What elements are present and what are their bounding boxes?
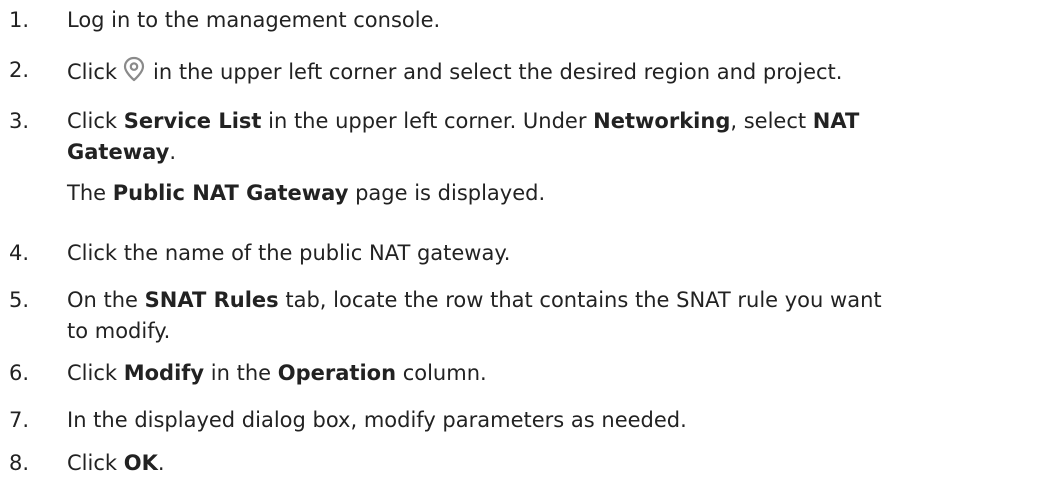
- step-text: On the: [67, 288, 145, 312]
- step-body: Click Service List in the upper left cor…: [67, 106, 1061, 209]
- step-text-line: to modify.: [67, 316, 1061, 347]
- step-body: On the SNAT Rules tab, locate the row th…: [67, 285, 1061, 347]
- step-text: in the upper left corner and select the …: [153, 60, 843, 84]
- step-text-line: Click Service List in the upper left cor…: [67, 106, 1061, 137]
- step-text: .: [169, 140, 176, 164]
- ui-term-service-list: Service List: [123, 109, 262, 133]
- step-7: 7. In the displayed dialog box, modify p…: [0, 405, 1061, 436]
- step-text: In the displayed dialog box, modify para…: [67, 408, 687, 432]
- step-text: in the upper left corner. Under: [261, 109, 594, 133]
- ui-term-gateway: Gateway: [67, 140, 170, 164]
- step-text-line: Gateway.: [67, 137, 1061, 168]
- step-text-line: On the SNAT Rules tab, locate the row th…: [67, 285, 1061, 316]
- step-result-note: The Public NAT Gateway page is displayed…: [67, 178, 1061, 209]
- location-pin-icon: [121, 55, 147, 83]
- step-3: 3. Click Service List in the upper left …: [0, 106, 1061, 209]
- ui-term-modify: Modify: [123, 361, 205, 385]
- step-number: 5.: [9, 288, 30, 312]
- note-text: The: [67, 181, 113, 205]
- step-text: Click: [67, 361, 124, 385]
- step-2: 2. Click in the upper left corner and sel…: [0, 55, 1061, 86]
- ui-term-ok: OK: [123, 451, 158, 475]
- step-text: Log in to the management console.: [67, 8, 441, 32]
- step-8: 8. Click OK.: [0, 448, 1061, 479]
- document-body: 1. Log in to the management console. 2. …: [0, 0, 1061, 482]
- step-body: Log in to the management console.: [67, 5, 1061, 36]
- step-number: 7.: [9, 408, 30, 432]
- step-text: column.: [396, 361, 487, 385]
- step-text: tab, locate the row that contains the SN…: [278, 288, 882, 312]
- ui-term-operation: Operation: [277, 361, 397, 385]
- note-text: page is displayed.: [348, 181, 546, 205]
- ui-term-public-nat-gateway: Public NAT Gateway: [112, 181, 349, 205]
- step-text: , select: [730, 109, 813, 133]
- step-number: 2.: [9, 58, 30, 82]
- step-body: Click Modify in the Operation column.: [67, 358, 1061, 389]
- step-text: Click: [67, 109, 124, 133]
- step-1: 1. Log in to the management console.: [0, 5, 1061, 36]
- step-body: Click in the upper left corner and select…: [67, 55, 1061, 86]
- step-text: .: [157, 451, 165, 475]
- step-text: to modify.: [67, 319, 171, 343]
- step-number: 6.: [9, 361, 30, 385]
- step-body: Click the name of the public NAT gateway…: [67, 238, 1061, 269]
- ui-term-snat-rules: SNAT Rules: [144, 288, 279, 312]
- step-body: In the displayed dialog box, modify para…: [67, 405, 1061, 436]
- step-text: Click the name of the public NAT gateway…: [67, 241, 511, 265]
- step-text-line: Click OK.: [67, 448, 1061, 479]
- ui-term-nat: NAT: [812, 109, 860, 133]
- step-number: 1.: [9, 8, 30, 32]
- step-number: 4.: [9, 241, 30, 265]
- step-number: 8.: [9, 451, 30, 475]
- step-text-line: Click in the upper left corner and select…: [67, 55, 1061, 86]
- step-text: in the: [204, 361, 278, 385]
- step-text: Click: [67, 451, 124, 475]
- step-body: Click OK.: [67, 448, 1061, 479]
- step-text: Click: [67, 60, 118, 84]
- step-6: 6. Click Modify in the Operation column.: [0, 358, 1061, 389]
- step-text-line: Click Modify in the Operation column.: [67, 358, 1061, 389]
- step-4: 4. Click the name of the public NAT gate…: [0, 238, 1061, 269]
- step-number: 3.: [9, 109, 30, 133]
- step-5: 5. On the SNAT Rules tab, locate the row…: [0, 285, 1061, 347]
- ui-term-networking: Networking: [593, 109, 731, 133]
